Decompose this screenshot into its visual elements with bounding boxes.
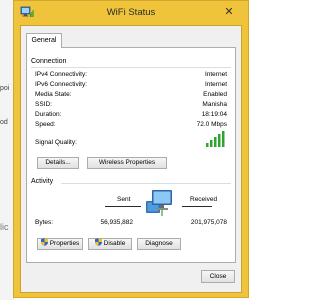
bytes-received-value: 201,975,078: [190, 219, 227, 226]
network-computer-icon: [146, 190, 172, 216]
received-label: Received: [190, 196, 218, 203]
uac-shield-icon: [40, 238, 48, 247]
media-state-label: Media State:: [35, 91, 72, 98]
signal-bars-icon: [206, 131, 225, 147]
disable-button-label: Disable: [103, 240, 126, 247]
ipv4-connectivity-value: Internet: [204, 71, 227, 78]
disable-button[interactable]: Disable: [88, 238, 132, 250]
general-tab-panel: Connection IPv4 Connectivity: Internet I…: [26, 47, 236, 263]
speed-label: Speed:: [35, 121, 56, 128]
wireless-properties-button[interactable]: Wireless Properties: [87, 157, 167, 169]
title-bar[interactable]: WiFi Status ✕: [14, 1, 248, 25]
duration-value: 18:19:04: [201, 111, 227, 118]
diagnose-button[interactable]: Diagnose: [137, 238, 181, 250]
sent-label: Sent: [117, 196, 131, 203]
properties-button[interactable]: Properties: [37, 238, 83, 250]
background-text-fragment: poi: [0, 85, 10, 92]
bytes-label: Bytes:: [35, 219, 54, 226]
ipv6-connectivity-value: Internet: [204, 81, 227, 88]
background-window: [0, 0, 14, 300]
uac-shield-icon: [94, 238, 102, 247]
background-text-fragment: lic: [0, 222, 9, 232]
close-button[interactable]: Close: [201, 270, 235, 283]
activity-separator: [61, 183, 231, 184]
dialog-client-area: General Connection IPv4 Connectivity: In…: [20, 25, 242, 293]
bytes-sent-value: 56,935,882: [100, 219, 133, 226]
sent-activity-line: [105, 206, 141, 207]
media-state-value: Enabled: [203, 91, 227, 98]
activity-section-title: Activity: [31, 178, 54, 185]
wifi-status-window: WiFi Status ✕ General Connection IPv4 Co…: [13, 0, 249, 298]
ssid-label: SSID:: [35, 101, 52, 108]
ipv4-connectivity-label: IPv4 Connectivity:: [35, 71, 88, 78]
received-activity-line: [182, 206, 212, 207]
details-button[interactable]: Details...: [37, 157, 79, 169]
window-close-button[interactable]: ✕: [214, 3, 244, 21]
window-title: WiFi Status: [106, 7, 156, 18]
properties-button-label: Properties: [49, 240, 80, 247]
duration-label: Duration:: [35, 111, 62, 118]
background-text-fragment: od: [0, 119, 8, 126]
connection-separator: [31, 67, 231, 68]
signal-quality-label: Signal Quality:: [35, 139, 77, 146]
speed-value: 72.0 Mbps: [196, 121, 227, 128]
connection-section-title: Connection: [31, 58, 67, 65]
ipv6-connectivity-label: IPv6 Connectivity:: [35, 81, 88, 88]
ssid-value: Manisha: [202, 101, 227, 108]
tab-general[interactable]: General: [26, 33, 62, 48]
